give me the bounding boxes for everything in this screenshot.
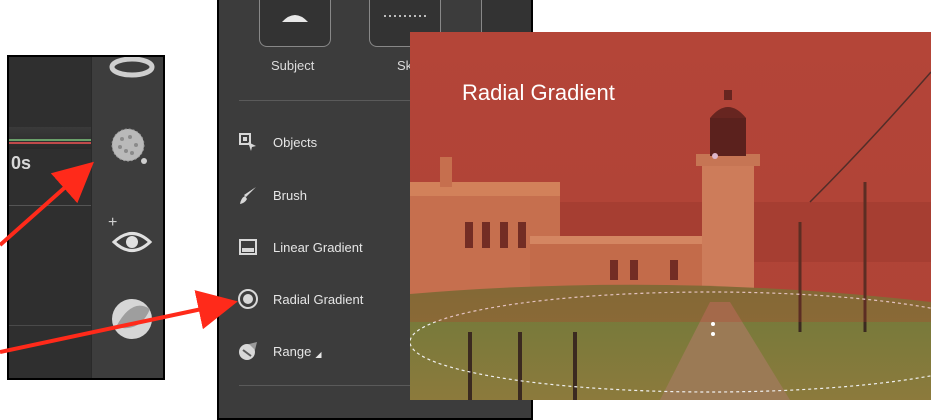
arrow-to-radial-gradient <box>0 290 238 354</box>
arrow-to-masking-icon <box>0 161 94 247</box>
callout-arrows <box>0 161 238 354</box>
